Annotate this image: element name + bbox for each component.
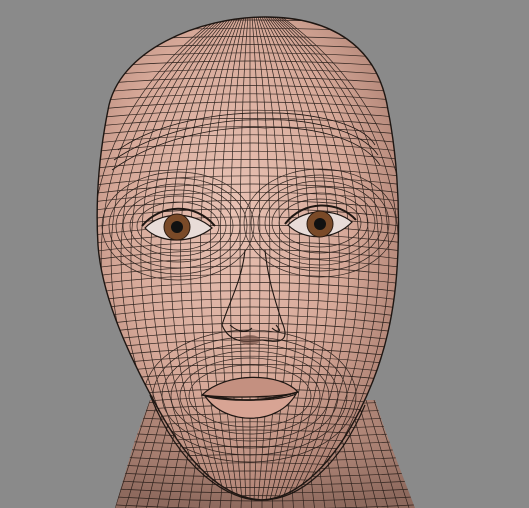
- 3d-viewport[interactable]: [0, 0, 529, 508]
- head-mesh-render: [96, 16, 415, 508]
